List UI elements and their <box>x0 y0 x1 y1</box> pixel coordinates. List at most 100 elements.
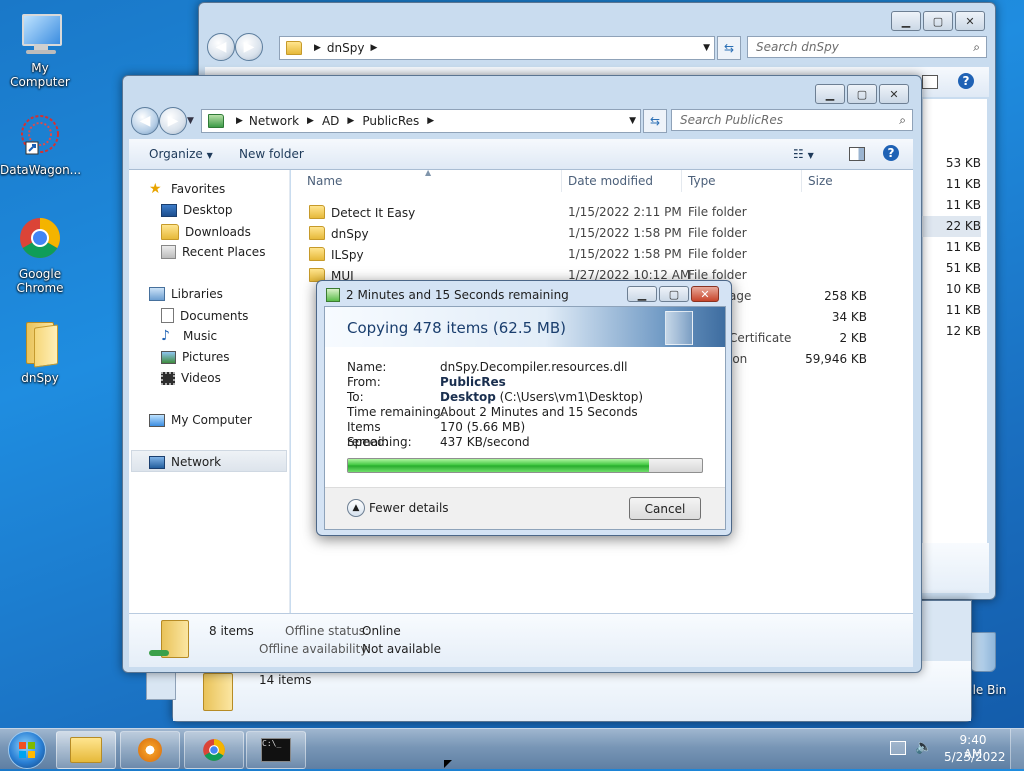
navigation-pane: ★ Favorites Desktop Downloads Recent Pla… <box>129 170 290 613</box>
file-row[interactable]: Detect It Easy 1/15/2022 2:11 PM File fo… <box>291 202 913 223</box>
computer-icon <box>149 413 165 427</box>
volume-tray-icon[interactable]: 🔈 <box>915 739 932 755</box>
folder-icon <box>203 673 233 711</box>
file-row[interactable]: ILSpy 1/15/2022 1:58 PM File folder <box>291 244 913 265</box>
to-link[interactable]: Desktop <box>440 390 496 404</box>
size-cell: 11 KB <box>945 177 981 191</box>
refresh-button[interactable]: ⇆ <box>717 36 741 60</box>
refresh-button[interactable]: ⇆ <box>643 109 667 133</box>
start-button[interactable] <box>8 731 46 769</box>
address-bar[interactable]: ▶ Network ▶ AD ▶ PublicRes ▶ ▼ <box>201 109 641 133</box>
size-cell: 12 KB <box>945 324 981 338</box>
file-type: Certificate <box>729 331 792 345</box>
desktop-icon-chrome[interactable]: Google Chrome <box>0 216 80 295</box>
maximize-button[interactable]: ▢ <box>847 84 877 104</box>
nav-favorites[interactable]: ★ Favorites <box>149 182 225 196</box>
details-pane <box>921 543 989 593</box>
forward-button[interactable]: ▶ <box>159 107 187 135</box>
close-button[interactable]: ✕ <box>955 11 985 31</box>
progress-fill <box>348 459 649 472</box>
copy-progress-dialog[interactable]: 2 Minutes and 15 Seconds remaining ▁ ▢ ✕… <box>316 280 732 536</box>
size-cell: 51 KB <box>945 261 981 275</box>
clock-date[interactable]: 5/23/2022 <box>944 750 1006 764</box>
view-options-icon[interactable]: ☷ ▼ <box>793 147 814 161</box>
minimize-button[interactable]: ▁ <box>627 286 657 302</box>
desktop-icon <box>161 203 177 217</box>
breadcrumb-item[interactable]: PublicRes <box>362 114 419 128</box>
cancel-button[interactable]: Cancel <box>629 497 701 520</box>
file-date: 1/15/2022 1:58 PM <box>568 226 682 240</box>
breadcrumb-item[interactable]: dnSpy <box>327 41 365 55</box>
chevron-down-icon[interactable]: ▼ <box>703 43 710 53</box>
nav-videos[interactable]: Videos <box>161 371 221 385</box>
minimize-button[interactable]: ▁ <box>815 84 845 104</box>
libraries-icon <box>149 287 165 301</box>
taskbar-explorer[interactable] <box>56 731 116 769</box>
datawagon-icon <box>16 112 64 160</box>
column-header-name[interactable]: Name ▲ <box>301 168 563 192</box>
size-cell: 11 KB <box>945 240 981 254</box>
show-desktop-button[interactable] <box>1010 729 1024 769</box>
size-column: 53 KB 11 KB 11 KB 22 KB 11 KB 51 KB 10 K… <box>921 153 981 342</box>
window-controls: ▁ ▢ ✕ <box>889 11 985 31</box>
desktop-icon-dnspy[interactable]: dnSpy <box>0 320 80 385</box>
window-edge <box>146 672 176 700</box>
from-link[interactable]: PublicRes <box>440 375 506 389</box>
back-button[interactable]: ◀ <box>207 33 235 61</box>
folder-copy-icon <box>665 311 693 345</box>
chevron-down-icon: ▼ <box>206 151 213 160</box>
column-header-size[interactable]: Size <box>801 170 881 192</box>
nav-documents[interactable]: Documents <box>161 308 248 323</box>
help-icon[interactable]: ? <box>958 73 974 89</box>
fewer-details-toggle[interactable]: ▲ Fewer details <box>347 499 449 517</box>
nav-music[interactable]: ♪ Music <box>161 329 217 343</box>
address-bar[interactable]: ▶ dnSpy ▶ ▼ <box>279 36 715 60</box>
maximize-button[interactable]: ▢ <box>659 286 689 302</box>
recycle-bin-icon[interactable] <box>968 632 996 674</box>
nav-desktop[interactable]: Desktop <box>161 203 233 217</box>
music-icon: ♪ <box>161 328 170 344</box>
taskbar-chrome[interactable] <box>184 731 244 769</box>
forward-button[interactable]: ▶ <box>235 33 263 61</box>
organize-button[interactable]: Organize ▼ <box>149 147 213 161</box>
search-input[interactable]: Search dnSpy ⌕ <box>747 36 987 58</box>
file-date: 1/15/2022 1:58 PM <box>568 247 682 261</box>
minimize-button[interactable]: ▁ <box>891 11 921 31</box>
chrome-icon <box>203 739 225 761</box>
nav-libraries[interactable]: Libraries <box>149 287 223 301</box>
back-button[interactable]: ◀ <box>131 107 159 135</box>
new-folder-button[interactable]: New folder <box>239 147 304 161</box>
breadcrumb-item[interactable]: AD <box>322 114 339 128</box>
folder-icon <box>70 737 102 763</box>
help-icon[interactable]: ? <box>883 145 899 161</box>
file-row[interactable]: dnSpy 1/15/2022 1:58 PM File folder <box>291 223 913 244</box>
close-button[interactable]: ✕ <box>879 84 909 104</box>
nav-downloads[interactable]: Downloads <box>161 224 251 240</box>
taskbar-command-prompt[interactable]: C:\_ <box>246 731 306 769</box>
taskbar-media-player[interactable] <box>120 731 180 769</box>
preview-pane-icon[interactable] <box>849 147 865 161</box>
column-header-date[interactable]: Date modified <box>561 170 681 192</box>
copy-progress-bar <box>347 458 703 473</box>
taskbar: C:\_ 🔈 9:40 AM 5/23/2022 <box>0 728 1024 769</box>
nav-pictures[interactable]: Pictures <box>161 350 230 364</box>
nav-recent-places[interactable]: Recent Places <box>161 245 265 259</box>
column-header-type[interactable]: Type <box>681 170 801 192</box>
file-size: 34 KB <box>831 310 867 324</box>
close-button[interactable]: ✕ <box>691 286 719 302</box>
network-tray-icon[interactable] <box>890 741 906 755</box>
windows-logo-icon <box>19 742 35 758</box>
desktop-icon-datawagon[interactable]: DataWagon... <box>0 112 81 177</box>
search-input[interactable]: Search PublicRes ⌕ <box>671 109 913 131</box>
desktop-icon-label: Google Chrome <box>16 267 64 295</box>
offline-status-value: Online <box>362 624 401 638</box>
preview-pane-icon[interactable] <box>922 75 938 89</box>
maximize-button[interactable]: ▢ <box>923 11 953 31</box>
nav-my-computer[interactable]: My Computer <box>149 413 252 427</box>
nav-network[interactable]: Network <box>149 455 221 469</box>
breadcrumb-item[interactable]: Network <box>249 114 299 128</box>
recent-pages-dropdown[interactable]: ▼ <box>187 116 194 126</box>
desktop-icon-my-computer[interactable]: My Computer <box>0 10 80 89</box>
chevron-down-icon[interactable]: ▼ <box>629 116 636 126</box>
size-cell: 11 KB <box>945 303 981 317</box>
